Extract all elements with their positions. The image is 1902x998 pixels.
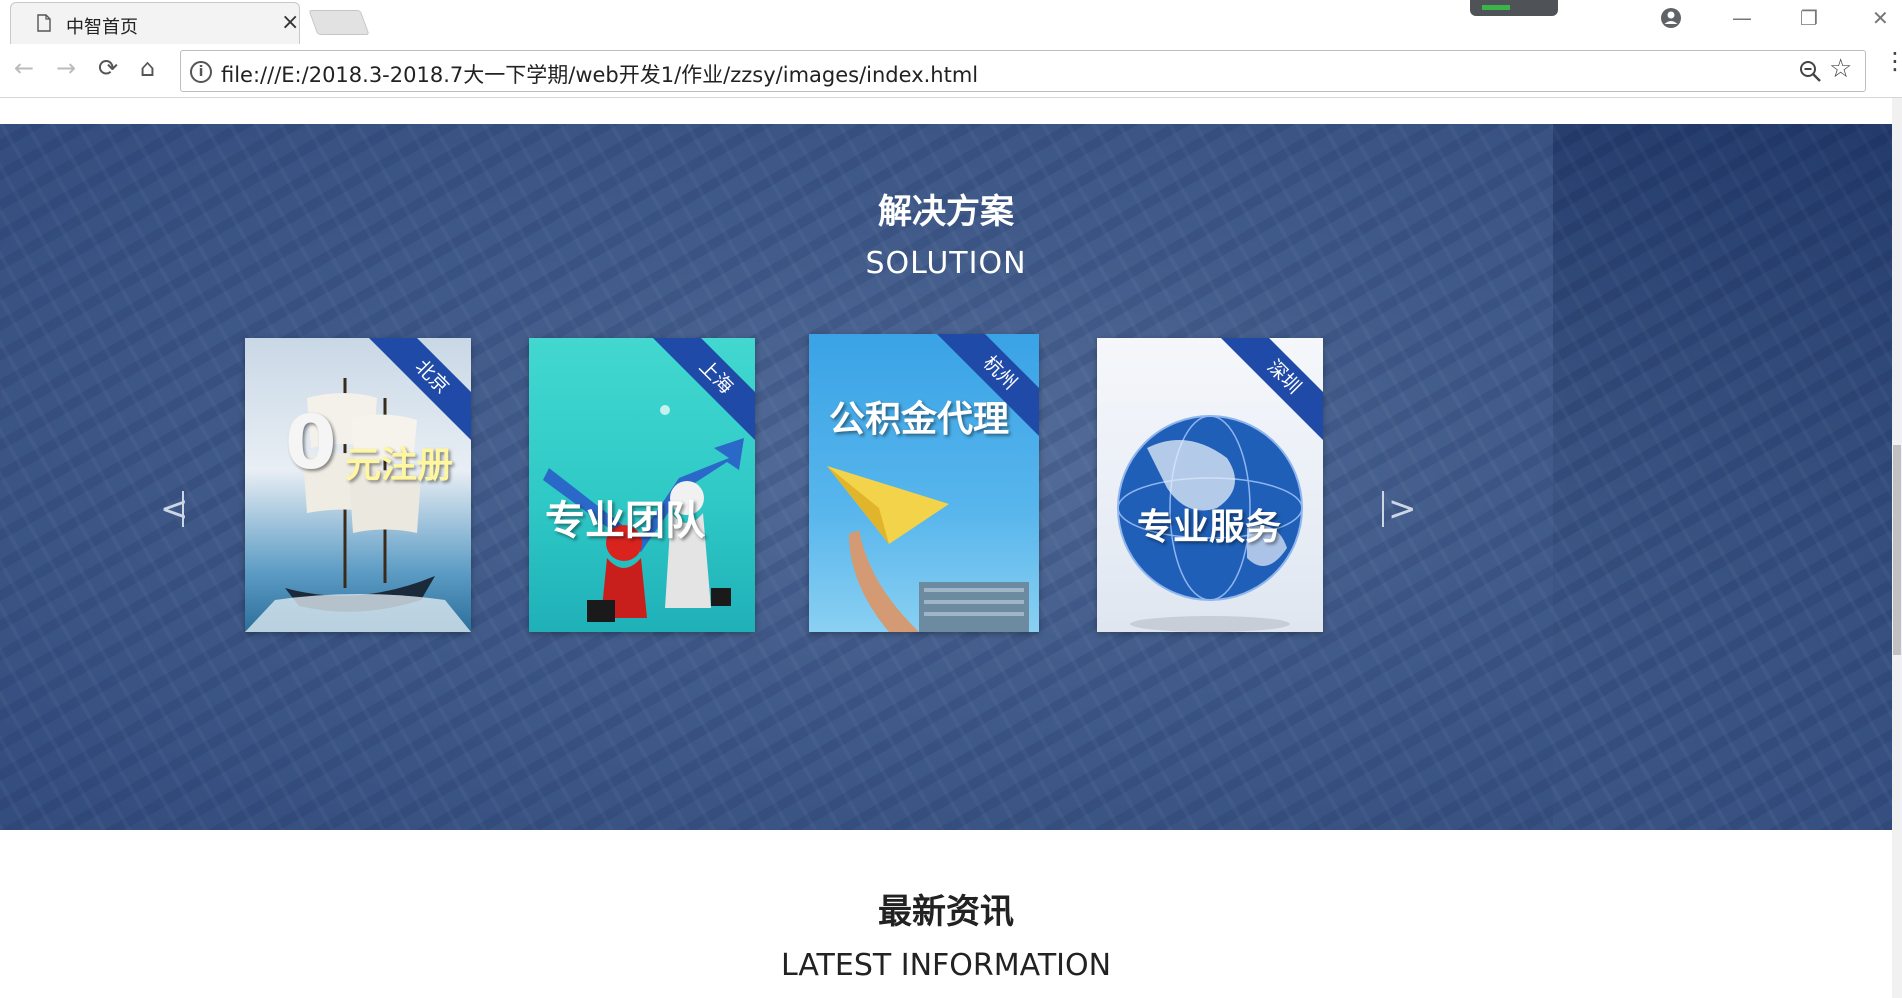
page-viewport: 解决方案 SOLUTION < > 0 元注册 北京 专业团队 上海 公积金代理… [0, 98, 1892, 998]
browser-toolbar: ← → ⟳ ⌂ i file:///E:/2018.3-2018.7大一下学期/… [0, 44, 1902, 98]
solution-card-shanghai[interactable]: 专业团队 上海 [529, 338, 755, 632]
news-heading: 最新资讯 [878, 892, 1014, 932]
url-text[interactable]: file:///E:/2018.3-2018.7大一下学期/web开发1/作业/… [221, 59, 978, 89]
card-caption: 元注册 [345, 445, 454, 486]
card-caption-zero: 0 [285, 400, 337, 486]
solution-banner: 解决方案 SOLUTION < > 0 元注册 北京 专业团队 上海 公积金代理… [0, 124, 1892, 830]
home-button[interactable]: ⌂ [140, 54, 155, 82]
card-caption: 专业团队 [545, 498, 705, 544]
system-indicator [1470, 0, 1558, 16]
page-icon [37, 14, 51, 32]
scrollbar-thumb[interactable] [1893, 445, 1901, 655]
tab-title: 中智首页 [66, 17, 138, 38]
minimize-button[interactable]: — [1732, 6, 1752, 30]
arrow-divider [1382, 491, 1384, 527]
card-caption: 专业服务 [1137, 507, 1282, 548]
solution-subheading: SOLUTION [865, 246, 1027, 281]
close-window-button[interactable]: ✕ [1872, 6, 1889, 30]
address-bar[interactable]: i file:///E:/2018.3-2018.7大一下学期/web开发1/作… [180, 50, 1866, 92]
carousel-prev-button[interactable]: < [160, 489, 189, 529]
browser-tab[interactable]: 中智首页 × [10, 2, 300, 44]
tab-close-icon[interactable]: × [281, 10, 299, 35]
profile-icon[interactable] [1660, 7, 1682, 29]
solution-heading: 解决方案 [878, 192, 1014, 232]
card-caption: 公积金代理 [829, 399, 1010, 440]
browser-menu-icon[interactable]: ⋮ [1883, 49, 1902, 73]
info-icon[interactable]: i [190, 61, 212, 83]
zoom-icon[interactable] [1797, 58, 1823, 84]
chevron-left-icon: < [160, 489, 189, 529]
reload-button[interactable]: ⟳ [98, 54, 118, 82]
bookmark-star-icon[interactable]: ☆ [1829, 54, 1852, 84]
page-scrollbar[interactable] [1892, 98, 1902, 998]
new-tab-button[interactable] [308, 10, 370, 35]
browser-tab-bar: 中智首页 × — ❐ ✕ [0, 0, 1902, 44]
restore-button[interactable]: ❐ [1800, 6, 1818, 30]
solution-card-shenzhen[interactable]: 专业服务 深圳 [1097, 338, 1323, 632]
chevron-right-icon: > [1388, 489, 1417, 529]
solution-card-hangzhou[interactable]: 公积金代理 杭州 [809, 334, 1039, 632]
carousel-next-button[interactable]: > [1380, 489, 1417, 529]
solution-card-beijing[interactable]: 0 元注册 北京 [245, 338, 471, 632]
forward-button[interactable]: → [56, 54, 76, 82]
news-subheading: LATEST INFORMATION [780, 948, 1112, 983]
back-button[interactable]: ← [14, 54, 34, 82]
arrow-divider [182, 491, 184, 527]
